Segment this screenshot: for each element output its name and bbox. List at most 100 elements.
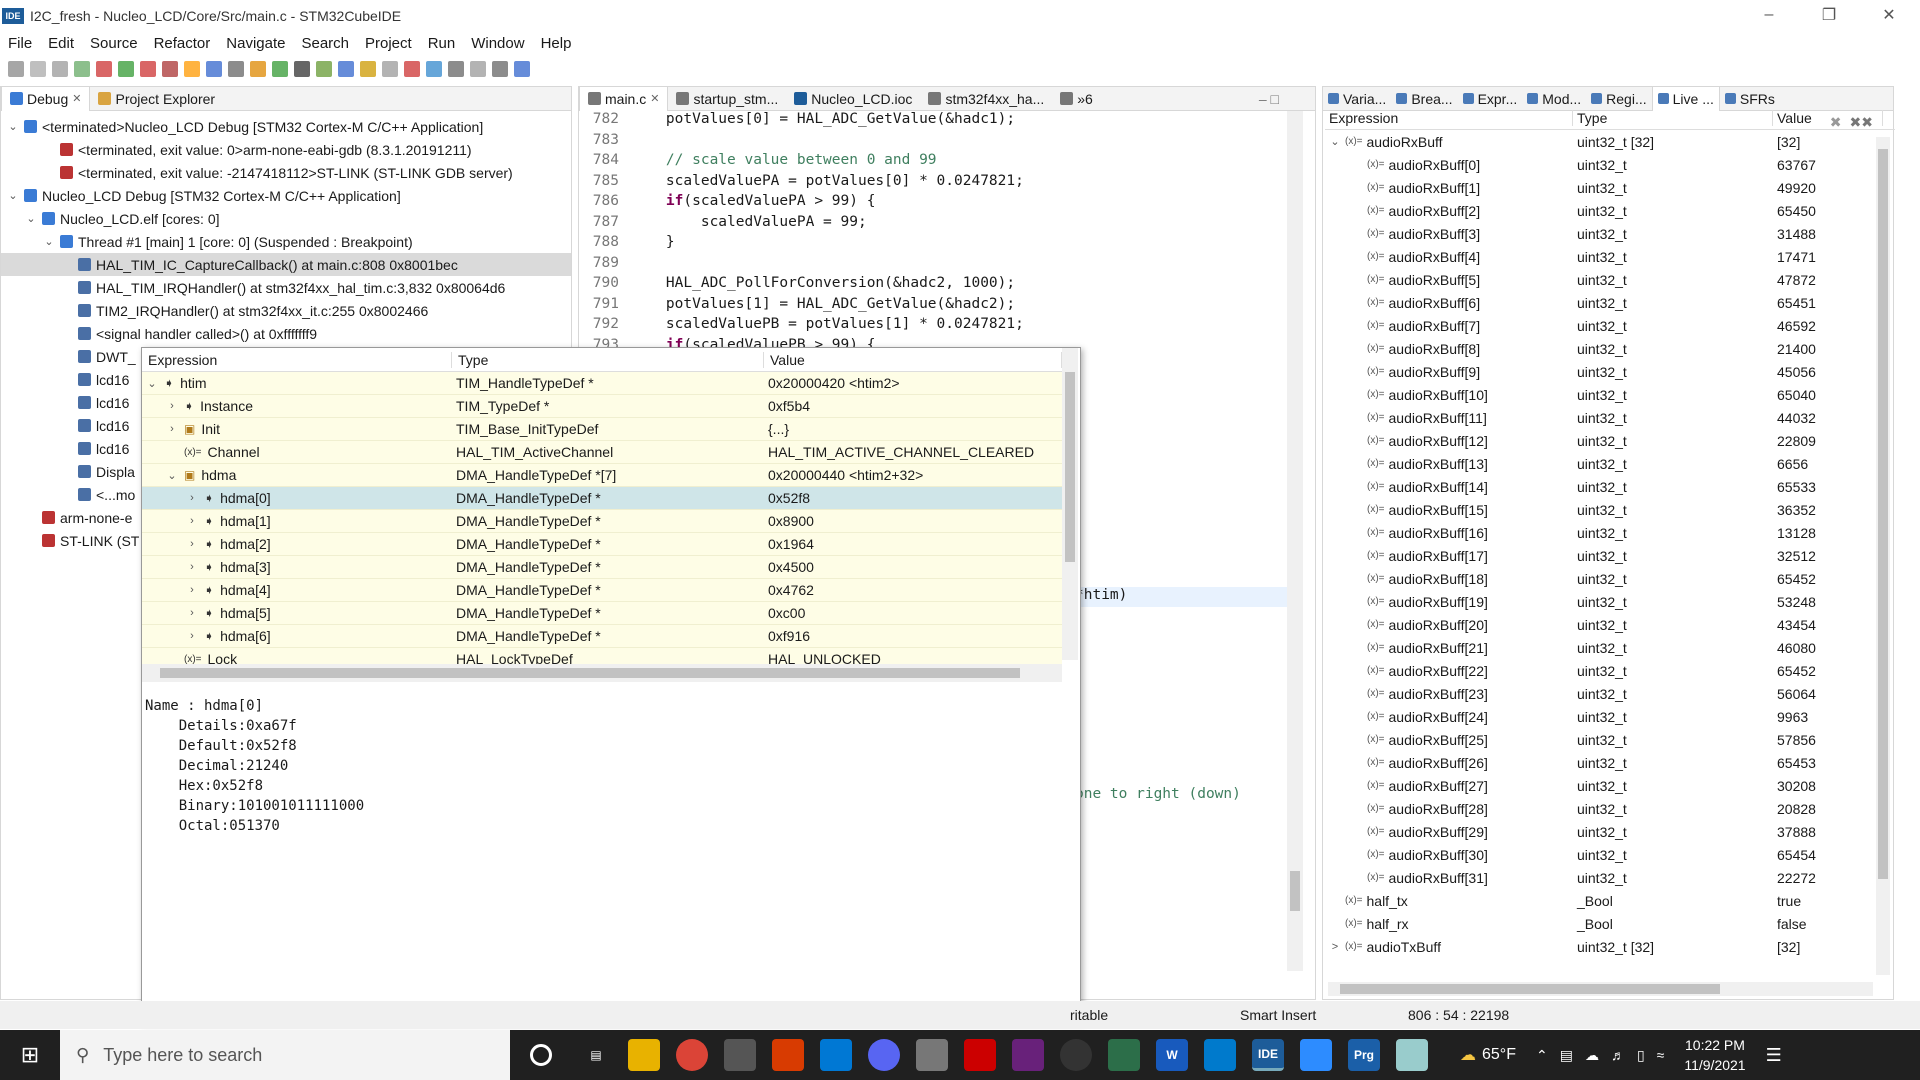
- task-view-icon[interactable]: ▤: [580, 1039, 612, 1071]
- expressions-scrollbar[interactable]: [1876, 137, 1890, 975]
- debug-tree-item[interactable]: HAL_TIM_IC_CaptureCallback() at main.c:8…: [1, 253, 571, 276]
- editor-tab[interactable]: main.c ✕: [579, 86, 669, 111]
- popup-variable-row[interactable]: › ➧ hdma[0] DMA_HandleTypeDef * 0x52f8: [142, 487, 1062, 510]
- expression-row[interactable]: (x)= audioRxBuff[2] uint32_t 65450: [1325, 199, 1895, 222]
- popup-variable-row[interactable]: › ➧ hdma[1] DMA_HandleTypeDef * 0x8900: [142, 510, 1062, 533]
- expression-row[interactable]: (x)= audioRxBuff[9] uint32_t 45056: [1325, 360, 1895, 383]
- expression-row[interactable]: (x)= audioRxBuff[18] uint32_t 65452: [1325, 567, 1895, 590]
- column-header[interactable]: Type: [1573, 109, 1773, 126]
- column-header[interactable]: Expression: [142, 351, 452, 368]
- close-button[interactable]: ✕: [1860, 0, 1918, 30]
- tab-project-explorer[interactable]: Project Explorer: [90, 87, 223, 111]
- office-icon[interactable]: [772, 1039, 804, 1071]
- toolbar-button-icon[interactable]: [250, 61, 266, 77]
- expression-row[interactable]: (x)= audioRxBuff[8] uint32_t 21400: [1325, 337, 1895, 360]
- expression-row[interactable]: (x)= audioRxBuff[26] uint32_t 65453: [1325, 751, 1895, 774]
- expression-row[interactable]: (x)= audioRxBuff[17] uint32_t 32512: [1325, 544, 1895, 567]
- popup-hscrollbar[interactable]: [142, 664, 1062, 682]
- chevron-icon[interactable]: ›: [186, 584, 198, 596]
- column-header[interactable]: Value: [1773, 109, 1883, 126]
- toolbar-button-icon[interactable]: [8, 61, 24, 77]
- stm32-ide-icon[interactable]: IDE: [1252, 1039, 1284, 1071]
- chevron-icon[interactable]: ›: [186, 538, 198, 550]
- menu-project[interactable]: Project: [365, 35, 412, 52]
- code-editor[interactable]: 782 potValues[0] = HAL_ADC_GetValue(&had…: [579, 111, 1285, 357]
- clock[interactable]: 10:22 PM 11/9/2021: [1684, 1035, 1745, 1075]
- debug-tree-item[interactable]: ⌄ <terminated>Nucleo_LCD Debug [STM32 Cor…: [1, 115, 571, 138]
- chevron-icon[interactable]: ⌄: [25, 212, 37, 225]
- menu-window[interactable]: Window: [471, 35, 524, 52]
- column-header[interactable]: Value: [764, 351, 1062, 368]
- network-icon[interactable]: ▤: [1560, 1047, 1573, 1064]
- minimize-button[interactable]: –: [1740, 0, 1798, 30]
- expression-row[interactable]: (x)= audioRxBuff[1] uint32_t 49920: [1325, 176, 1895, 199]
- editor-tab[interactable]: Nucleo_LCD.ioc: [786, 87, 920, 111]
- chrome-icon[interactable]: [676, 1039, 708, 1071]
- expression-row[interactable]: (x)= audioRxBuff[30] uint32_t 65454: [1325, 843, 1895, 866]
- column-header[interactable]: Type: [452, 351, 764, 368]
- toolbar-button-icon[interactable]: [294, 61, 310, 77]
- expression-row[interactable]: ⌄ (x)= audioRxBuff uint32_t [32] [32]: [1325, 130, 1895, 153]
- editor-tab[interactable]: startup_stm...: [668, 87, 786, 111]
- toolbar-button-icon[interactable]: [162, 61, 178, 77]
- taskbar-search[interactable]: ⚲ Type here to search: [60, 1030, 510, 1080]
- chevron-icon[interactable]: ⌄: [7, 189, 19, 202]
- debug-tree-item[interactable]: <terminated, exit value: 0>arm-none-eabi…: [1, 138, 571, 161]
- popup-variable-row[interactable]: › ➧ hdma[4] DMA_HandleTypeDef * 0x4762: [142, 579, 1062, 602]
- toolbar-button-icon[interactable]: [118, 61, 134, 77]
- expression-row[interactable]: (x)= audioRxBuff[3] uint32_t 31488: [1325, 222, 1895, 245]
- word-icon[interactable]: W: [1156, 1039, 1188, 1071]
- toolbar-button-icon[interactable]: [52, 61, 68, 77]
- toolbar-button-icon[interactable]: [382, 61, 398, 77]
- menu-navigate[interactable]: Navigate: [226, 35, 285, 52]
- chevron-icon[interactable]: ›: [186, 630, 198, 642]
- editor-tab[interactable]: stm32f4xx_ha...: [920, 87, 1052, 111]
- popup-variable-row[interactable]: › ➧ hdma[6] DMA_HandleTypeDef * 0xf916: [142, 625, 1062, 648]
- debug-tree-item[interactable]: TIM2_IRQHandler() at stm32f4xx_it.c:255 …: [1, 299, 571, 322]
- menu-run[interactable]: Run: [428, 35, 456, 52]
- expression-row[interactable]: (x)= audioRxBuff[21] uint32_t 46080: [1325, 636, 1895, 659]
- toolbar-button-icon[interactable]: [470, 61, 486, 77]
- expression-row[interactable]: (x)= audioRxBuff[16] uint32_t 13128: [1325, 521, 1895, 544]
- toolbar-button-icon[interactable]: [492, 61, 508, 77]
- debug-tree-item[interactable]: ⌄ Nucleo_LCD Debug [STM32 Cortex-M C/C++ …: [1, 184, 571, 207]
- expression-row[interactable]: (x)= audioRxBuff[0] uint32_t 63767: [1325, 153, 1895, 176]
- expression-row[interactable]: (x)= audioRxBuff[29] uint32_t 37888: [1325, 820, 1895, 843]
- expression-row[interactable]: (x)= audioRxBuff[24] uint32_t 9963: [1325, 705, 1895, 728]
- toolbar-button-icon[interactable]: [316, 61, 332, 77]
- minimize-maximize-icon[interactable]: – □: [1259, 91, 1315, 107]
- debug-tree-item[interactable]: <terminated, exit value: -2147418112>ST-…: [1, 161, 571, 184]
- chevron-up-icon[interactable]: ⌃: [1536, 1047, 1548, 1064]
- cortana-icon[interactable]: [530, 1044, 552, 1066]
- git-app-icon[interactable]: [1108, 1039, 1140, 1071]
- toolbar-button-icon[interactable]: [272, 61, 288, 77]
- toolbar-button-icon[interactable]: [74, 61, 90, 77]
- expression-row[interactable]: (x)= audioRxBuff[4] uint32_t 17471: [1325, 245, 1895, 268]
- expression-row[interactable]: (x)= half_rx _Bool false: [1325, 912, 1895, 935]
- debug-tree-item[interactable]: ⌄ Thread #1 [main] 1 [core: 0] (Suspended…: [1, 230, 571, 253]
- expression-row[interactable]: (x)= audioRxBuff[6] uint32_t 65451: [1325, 291, 1895, 314]
- visual-studio-icon[interactable]: [1012, 1039, 1044, 1071]
- wifi-icon[interactable]: ≈: [1657, 1047, 1665, 1064]
- popup-variable-row[interactable]: (x)= Channel HAL_TIM_ActiveChannel HAL_TIM_…: [142, 441, 1062, 464]
- expression-row[interactable]: (x)= audioRxBuff[15] uint32_t 36352: [1325, 498, 1895, 521]
- chevron-icon[interactable]: ›: [186, 492, 198, 504]
- notification-icon[interactable]: ☰: [1766, 1045, 1782, 1066]
- battery-icon[interactable]: ▯: [1637, 1047, 1645, 1064]
- toolbar-button-icon[interactable]: [338, 61, 354, 77]
- expression-row[interactable]: (x)= audioRxBuff[27] uint32_t 30208: [1325, 774, 1895, 797]
- cloud-icon[interactable]: ☁: [1585, 1047, 1599, 1064]
- expression-row[interactable]: (x)= audioRxBuff[19] uint32_t 53248: [1325, 590, 1895, 613]
- toolbar-button-icon[interactable]: [30, 61, 46, 77]
- toolbar-button-icon[interactable]: [404, 61, 420, 77]
- notepad-icon[interactable]: [1396, 1039, 1428, 1071]
- editor-tab[interactable]: »6: [1052, 87, 1101, 111]
- popup-variable-row[interactable]: › ➧ hdma[2] DMA_HandleTypeDef * 0x1964: [142, 533, 1062, 556]
- expression-row[interactable]: (x)= half_tx _Bool true: [1325, 889, 1895, 912]
- zoom-icon[interactable]: [1300, 1039, 1332, 1071]
- toolbar-button-icon[interactable]: [206, 61, 222, 77]
- expression-row[interactable]: (x)= audioRxBuff[5] uint32_t 47872: [1325, 268, 1895, 291]
- column-header[interactable]: Expression: [1325, 109, 1573, 126]
- chevron-icon[interactable]: ⌄: [1329, 135, 1341, 148]
- toolbar-button-icon[interactable]: [448, 61, 464, 77]
